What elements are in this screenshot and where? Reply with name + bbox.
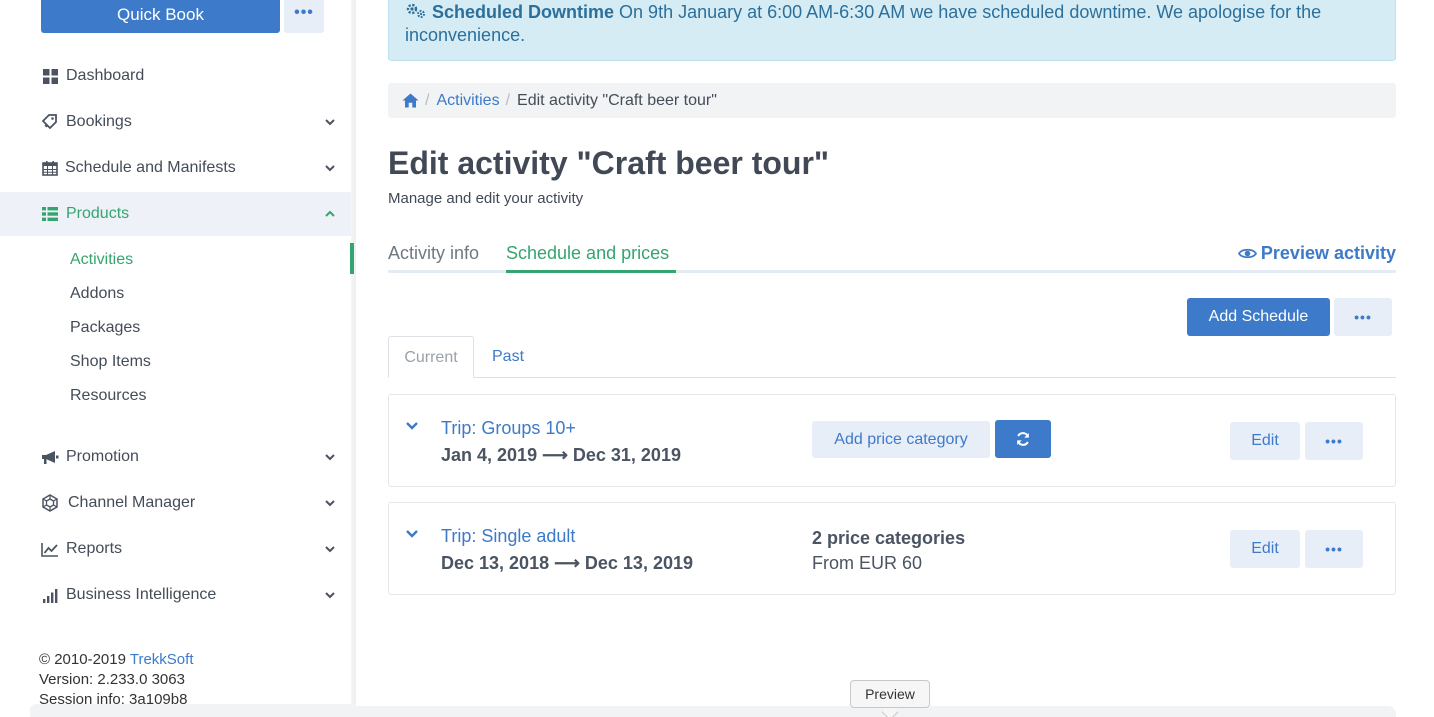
subtab-past[interactable]: Past <box>492 347 524 367</box>
chevron-down-icon <box>325 454 335 461</box>
version-text: Version: 2.233.0 3063 <box>39 671 185 688</box>
sidebar-item-label: Bookings <box>66 113 132 130</box>
sidebar-item-label: Dashboard <box>66 67 145 84</box>
eye-icon <box>1237 248 1257 258</box>
refresh-icon <box>1017 432 1029 446</box>
page-title: Edit activity "Craft beer tour" <box>388 145 830 181</box>
schedule-card: Trip: Groups 10+ Jan 4, 2019 ⟶ Dec 31, 2… <box>388 394 1396 487</box>
schedule-dates: Dec 13, 2018 ⟶ Dec 13, 2019 <box>441 553 693 573</box>
subtab-current[interactable]: Current <box>388 336 474 378</box>
breadcrumb: / Activities / Edit activity "Craft beer… <box>388 83 1396 118</box>
breadcrumb-separator: / <box>505 91 511 109</box>
sidebar-subitem-addons[interactable]: Addons <box>70 284 124 304</box>
chevron-down-icon <box>325 165 335 172</box>
preview-tooltip: Preview <box>850 680 930 708</box>
refresh-button[interactable] <box>995 420 1051 458</box>
sidebar-item-dashboard[interactable]: Dashboard <box>0 54 351 98</box>
sidebar-item-products[interactable]: Products <box>0 192 351 236</box>
sidebar-item-promotion[interactable]: Promotion <box>0 435 351 479</box>
schedule-trip-name[interactable]: Trip: Single adult <box>441 525 575 547</box>
bar-chart-icon <box>41 586 59 604</box>
breadcrumb-activities-link[interactable]: Activities <box>436 92 499 110</box>
preview-activity-link[interactable]: Preview activity <box>1237 242 1396 264</box>
copyright-text: © 2010-2019 <box>39 651 130 668</box>
preview-activity-label: Preview activity <box>1260 243 1396 263</box>
edit-schedule-button[interactable]: Edit <box>1230 530 1300 568</box>
active-tab-underline <box>506 270 676 273</box>
sidebar-item-label: Channel Manager <box>68 494 196 511</box>
sidebar-subitem-activities[interactable]: Activities <box>70 250 133 270</box>
breadcrumb-current: Edit activity "Craft beer tour" <box>517 91 717 109</box>
downtime-alert: Scheduled Downtime On 9th January at 6:0… <box>388 0 1396 61</box>
tag-icon <box>41 113 59 131</box>
copyright-line: © 2010-2019 TrekkSoft <box>39 650 194 670</box>
schedule-card: Trip: Single adult Dec 13, 2018 ⟶ Dec 13… <box>388 502 1396 595</box>
sidebar-item-label: Promotion <box>66 448 139 465</box>
list-icon <box>41 205 59 223</box>
sidebar-footer: © 2010-2019 TrekkSoft Version: 2.233.0 3… <box>39 650 194 710</box>
network-icon <box>41 494 59 512</box>
price-category-count: 2 price categories <box>812 528 966 548</box>
subtabs-track <box>388 377 1396 378</box>
schedule-more-button[interactable]: ••• <box>1305 422 1363 460</box>
schedule-dates: Jan 4, 2019 ⟶ Dec 31, 2019 <box>441 445 681 465</box>
chevron-down-icon <box>325 500 335 507</box>
toolbar-more-button[interactable]: ••• <box>1334 298 1392 336</box>
sidebar-subitem-resources[interactable]: Resources <box>70 386 146 406</box>
edit-schedule-button[interactable]: Edit <box>1230 422 1300 460</box>
home-icon[interactable] <box>402 93 419 108</box>
quick-book-more-button[interactable]: ••• <box>284 0 324 33</box>
quick-book-button[interactable]: Quick Book <box>41 0 280 33</box>
tab-schedule-prices[interactable]: Schedule and prices <box>506 242 669 264</box>
price-from: From EUR 60 <box>812 553 923 573</box>
brand-link[interactable]: TrekkSoft <box>130 651 194 668</box>
chevron-up-icon <box>325 210 335 217</box>
chevron-down-icon <box>325 119 335 126</box>
megaphone-icon <box>41 448 59 466</box>
sidebar-item-label: Products <box>66 205 130 222</box>
sidebar-bottom-band <box>30 704 356 717</box>
sidebar-subitem-shop-items[interactable]: Shop Items <box>70 352 151 372</box>
sidebar-subitem-packages[interactable]: Packages <box>70 318 140 338</box>
breadcrumb-separator: / <box>425 91 430 109</box>
chevron-down-icon[interactable] <box>405 529 419 539</box>
alert-title: Scheduled Downtime <box>432 2 615 22</box>
sidebar-item-label: Reports <box>66 540 123 557</box>
sidebar-edge <box>351 0 356 717</box>
active-subitem-marker <box>350 243 354 274</box>
gears-icon <box>406 3 425 18</box>
schedule-more-button[interactable]: ••• <box>1305 530 1363 568</box>
sidebar-item-label: Schedule and Manifests <box>65 159 236 176</box>
sidebar-item-business-intelligence[interactable]: Business Intelligence <box>0 573 351 617</box>
calendar-icon <box>41 159 59 177</box>
page-subtitle: Manage and edit your activity <box>388 190 584 207</box>
sidebar-item-reports[interactable]: Reports <box>0 527 351 571</box>
chevron-down-icon <box>325 546 335 553</box>
schedule-trip-name[interactable]: Trip: Groups 10+ <box>441 417 576 439</box>
chevron-down-icon[interactable] <box>405 421 419 431</box>
add-schedule-button[interactable]: Add Schedule <box>1187 298 1330 336</box>
line-chart-icon <box>41 540 59 558</box>
sidebar: Quick Book ••• Dashboard Bookings Schedu… <box>0 0 356 717</box>
add-price-category-button[interactable]: Add price category <box>812 421 990 458</box>
sidebar-item-bookings[interactable]: Bookings <box>0 100 351 144</box>
sidebar-item-schedule-manifests[interactable]: Schedule and Manifests <box>0 146 351 190</box>
tab-activity-info[interactable]: Activity info <box>388 242 479 264</box>
chevron-down-icon <box>325 592 335 599</box>
sidebar-item-channel-manager[interactable]: Channel Manager <box>0 481 351 525</box>
sidebar-item-label: Business Intelligence <box>66 586 217 603</box>
dashboard-icon <box>41 67 59 85</box>
